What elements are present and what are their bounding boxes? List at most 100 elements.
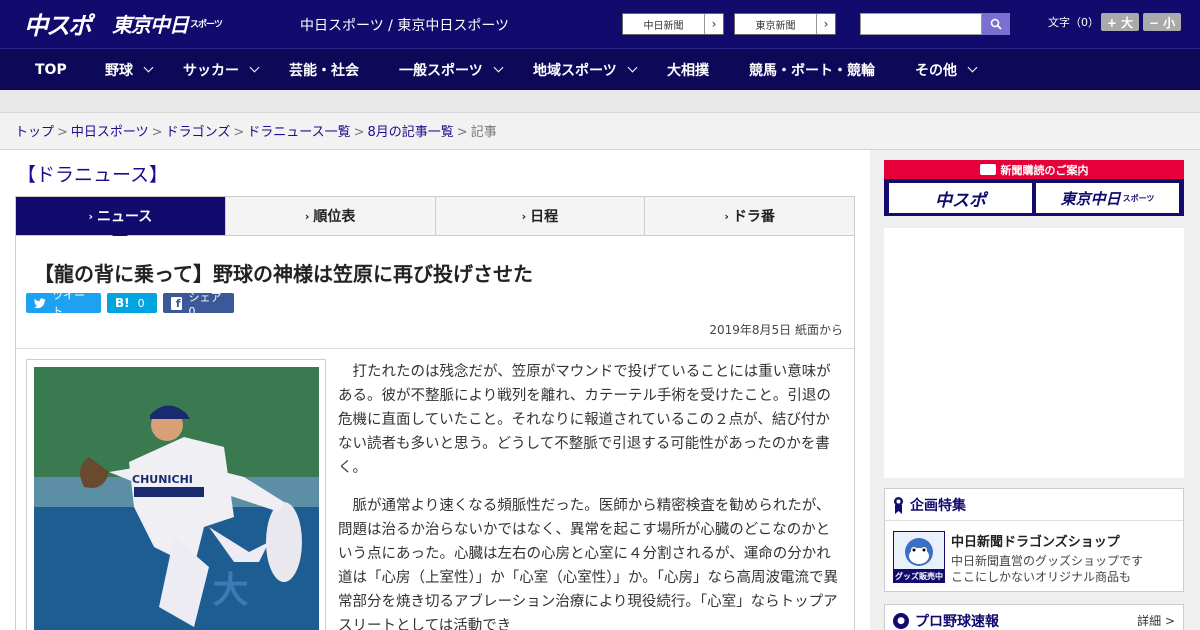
nav-label: 地域スポーツ — [533, 62, 617, 79]
feature-item-desc: ここにしかないオリジナル商品も — [951, 570, 1132, 584]
tab-schedule[interactable]: › 日程 — [436, 197, 646, 235]
nav-label: TOP — [35, 61, 67, 78]
tab-news[interactable]: › ニュース — [16, 197, 226, 243]
divider — [16, 348, 854, 349]
thumbnail-label: グッズ販売中 — [895, 571, 943, 581]
tab-standings[interactable]: › 順位表 — [226, 197, 436, 235]
chevron-down-icon — [967, 62, 978, 73]
nav-label: 一般スポーツ — [399, 62, 483, 79]
chevron-right-icon: › — [704, 14, 723, 34]
breadcrumb-august[interactable]: 8月の記事一覧 — [368, 125, 454, 140]
section-title: 【ドラニュース】 — [17, 164, 169, 186]
nav-label: 芸能・社会 — [289, 62, 359, 79]
search-icon — [990, 18, 1002, 30]
chevron-down-icon — [493, 62, 504, 73]
subscribe-tokyo-chunichi-small: スポーツ — [1122, 193, 1155, 203]
breadcrumb-separator: > — [233, 125, 245, 140]
breadcrumb-separator: > — [456, 125, 468, 140]
feature-box: 企画特集 グッズ販売中 中日新聞ドラゴンズショップ 中日新聞直営のグッズショップ… — [884, 488, 1184, 592]
font-size-label: 文字（0） — [1048, 16, 1099, 29]
breadcrumb-separator: > — [353, 125, 365, 140]
nav-racing[interactable]: 競馬・ボート・競輪 — [749, 49, 875, 90]
subscription-banner[interactable]: 新聞購読のご案内 中スポ 東京中日 スポーツ — [884, 160, 1184, 216]
subscribe-chuspo-button[interactable]: 中スポ — [889, 183, 1032, 213]
baseball-icon: ● — [893, 612, 909, 629]
tab-label: 順位表 — [313, 209, 356, 225]
chevron-down-icon — [143, 62, 154, 73]
scores-more-link[interactable]: 詳細 > — [1137, 612, 1175, 629]
feature-item-title[interactable]: 中日新聞ドラゴンズショップ — [951, 531, 1120, 550]
nav-top[interactable]: TOP — [35, 49, 67, 90]
twitter-bird-icon — [34, 297, 46, 308]
hatena-bookmark-button[interactable]: B! 0 — [107, 293, 157, 313]
subscribe-tokyo-chunichi-button[interactable]: 東京中日 スポーツ — [1036, 183, 1179, 213]
nav-label: その他 — [915, 62, 957, 79]
logo-tokyo-chunichi-text: 東京中日 — [112, 12, 189, 37]
breadcrumb-separator: > — [151, 125, 163, 140]
article-headline: 【龍の背に乗って】野球の神様は笠原に再び投げさせた — [34, 262, 533, 286]
search-input[interactable] — [860, 13, 982, 35]
logo-chuspo[interactable]: 中スポ — [24, 6, 92, 40]
font-larger-button[interactable]: + 大 — [1101, 13, 1139, 31]
site-name[interactable]: 中日スポーツ / 東京中日スポーツ — [300, 15, 509, 35]
chevron-right-icon: › — [304, 209, 310, 223]
tokyo-shimbun-link[interactable]: 東京新聞 › — [734, 13, 836, 35]
tweet-label: ツイート — [52, 289, 86, 318]
subscription-banner-title: 新聞購読のご案内 — [1000, 163, 1089, 177]
nav-other[interactable]: その他 — [915, 49, 978, 90]
nav-label: 野球 — [105, 62, 133, 79]
nav-entertainment[interactable]: 芸能・社会 — [289, 49, 359, 90]
main-nav: TOP 野球 サッカー 芸能・社会 一般スポーツ 地域スポーツ 大相撲 競馬・ボ… — [0, 48, 1200, 90]
facebook-share-label: シェア 0 — [188, 290, 222, 318]
nav-label: 競馬・ボート・競輪 — [749, 62, 875, 79]
breadcrumb-chuspo[interactable]: 中日スポーツ — [71, 125, 149, 140]
sidebar-ad — [884, 228, 1184, 478]
search-button[interactable] — [982, 13, 1010, 35]
hatena-count: 0 — [137, 296, 145, 310]
logo-tokyo-chunichi-small: スポーツ — [190, 19, 223, 30]
breadcrumb-dragons[interactable]: ドラゴンズ — [166, 125, 231, 140]
nav-local-sports[interactable]: 地域スポーツ — [533, 49, 638, 90]
feature-item-desc: 中日新聞直営のグッズショップです — [951, 554, 1144, 568]
chunichi-shimbun-link[interactable]: 中日新聞 › — [622, 13, 724, 35]
facebook-share-button[interactable]: f シェア 0 — [163, 291, 234, 318]
feature-box-header: 企画特集 — [885, 489, 1183, 521]
article-body: 打たれたのは残念だが、笠原がマウンドで投げていることには重い意味がある。彼が不整… — [338, 360, 838, 630]
nav-general-sports[interactable]: 一般スポーツ — [399, 49, 504, 90]
tab-label: ドラ番 — [732, 209, 775, 225]
pitcher-photo-illustration: 白 大 CHUNICHI — [34, 367, 319, 630]
article-paragraph: 打たれたのは残念だが、笠原がマウンドで投げていることには重い意味がある。彼が不整… — [338, 364, 831, 476]
chevron-right-icon: › — [724, 209, 729, 223]
nav-label: サッカー — [183, 62, 239, 79]
subscribe-tokyo-chunichi-label: 東京中日 — [1060, 189, 1121, 208]
mascot-icon: グッズ販売中 — [894, 532, 944, 582]
logo-tokyo-chunichi[interactable]: 東京中日 スポーツ — [112, 6, 223, 40]
feature-title: 企画特集 — [910, 497, 966, 514]
article-photo[interactable]: 白 大 CHUNICHI — [34, 367, 319, 630]
article-paragraph: 脈が通常より速くなる頻脈性だった。医師から精密検査を勧められたが、問題は治るか治… — [338, 498, 838, 630]
scores-box-header: ● プロ野球速報 詳細 > — [885, 605, 1183, 630]
tweet-button[interactable]: ツイート — [26, 289, 101, 318]
breadcrumb: トップ > 中日スポーツ > ドラゴンズ > ドラニュース一覧 >8月の記事一覧 > 記事 — [0, 113, 1200, 150]
font-smaller-button[interactable]: − 小 — [1143, 13, 1181, 31]
nav-baseball[interactable]: 野球 — [105, 49, 154, 90]
tab-label: 日程 — [530, 209, 559, 225]
ad-strip — [0, 90, 1200, 113]
nav-soccer[interactable]: サッカー — [183, 49, 260, 90]
breadcrumb-separator: > — [57, 125, 68, 140]
tab-label: ニュース — [96, 209, 153, 225]
tab-dora-ban[interactable]: › ドラ番 — [645, 197, 854, 235]
ribbon-icon — [894, 496, 903, 514]
article-photo-frame: 白 大 CHUNICHI — [26, 359, 326, 630]
breadcrumb-top[interactable]: トップ — [15, 125, 54, 140]
chevron-right-icon: › — [88, 209, 93, 223]
nav-sumo[interactable]: 大相撲 — [667, 49, 709, 90]
scores-title: プロ野球速報 — [915, 613, 999, 630]
scores-box: ● プロ野球速報 詳細 > — [884, 604, 1184, 630]
chevron-right-icon: › — [521, 209, 527, 223]
breadcrumb-dora-news[interactable]: ドラニュース一覧 — [247, 125, 350, 140]
section-tabs: › ニュース › 順位表 › 日程 › ドラ番 — [15, 196, 855, 243]
chevron-down-icon — [627, 62, 638, 73]
dragons-shop-thumbnail[interactable]: グッズ販売中 — [893, 531, 945, 583]
facebook-icon: f — [171, 296, 183, 310]
